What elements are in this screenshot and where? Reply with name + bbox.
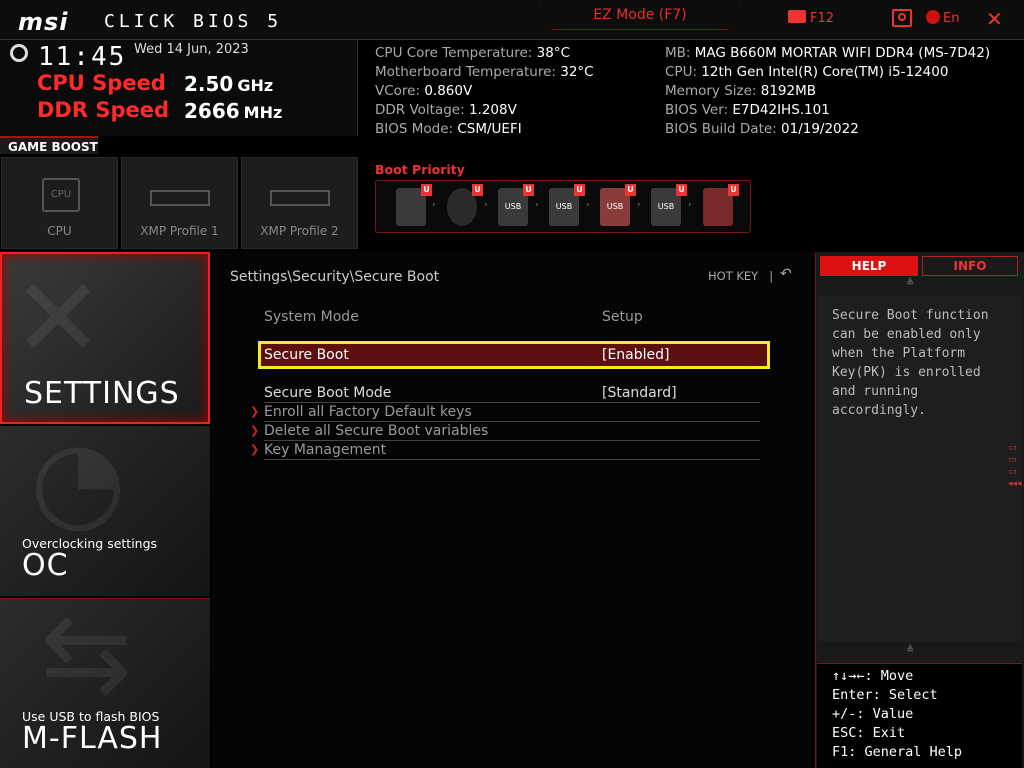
setting-label: Secure Boot Mode (264, 385, 392, 401)
secure-boot-row[interactable]: Secure Boot [Enabled] (264, 347, 760, 363)
back-icon[interactable]: ↶ (780, 266, 792, 282)
submenu-label: Key Management (264, 442, 387, 458)
language-label: En (943, 11, 960, 26)
submenu-key-management[interactable]: ❯ Key Management (250, 442, 760, 460)
game-boost-label: GAME BOOST (0, 136, 98, 154)
breadcrumb: Settings\Security\Secure Boot (230, 269, 440, 285)
nav-mflash[interactable]: ⇆ Use USB to flash BIOS M-FLASH (0, 589, 210, 768)
screenshot-key-label: F12 (810, 11, 835, 26)
key-select: Enter: Select (832, 687, 938, 703)
system-mode-row: System Mode Setup (264, 309, 760, 325)
nav-settings-title: SETTINGS (24, 376, 180, 411)
cpu-model: CPU: 12th Gen Intel(R) Core(TM) i5-12400 (665, 64, 949, 80)
search-button[interactable] (892, 9, 912, 27)
game-boost-cpu-tile[interactable]: CPU CPU (1, 157, 118, 249)
language-button[interactable]: En (926, 10, 959, 26)
memory-icon (270, 190, 330, 206)
scroll-down-icon[interactable]: ≜ (906, 645, 914, 656)
bios-version: BIOS Ver: E7D42IHS.101 (665, 102, 830, 118)
tools-icon: ✕ (12, 254, 105, 382)
chevron-right-icon: ❯ (250, 443, 260, 456)
key-value: +/-: Value (832, 706, 914, 722)
hdd-icon[interactable]: U (396, 184, 432, 226)
key-move: ↑↓→←: Move (832, 668, 914, 684)
usb-optical-icon[interactable]: USB U (549, 184, 585, 226)
clock-time: 11:45 (38, 42, 127, 72)
game-boost-xmp1-tile[interactable]: XMP Profile 1 (121, 157, 238, 249)
chevron-right-icon: › (432, 200, 436, 210)
ddr-voltage: DDR Voltage: 1.208V (375, 102, 517, 118)
nav-mflash-title: M-FLASH (22, 721, 163, 756)
msi-logo: msi (18, 8, 69, 36)
globe-icon (926, 10, 940, 24)
usb-hdd-icon[interactable]: USB U (498, 184, 534, 226)
nav-oc-title: OC (22, 548, 69, 583)
bios-build-date: BIOS Build Date: 01/19/2022 (665, 121, 859, 137)
setting-label: Secure Boot (264, 347, 349, 363)
chevron-right-icon: › (586, 200, 590, 210)
tile-label: XMP Profile 1 (140, 224, 219, 238)
submenu-label: Enroll all Factory Default keys (264, 404, 472, 420)
network-icon[interactable]: U (703, 184, 739, 226)
chevron-right-icon: ❯ (250, 424, 260, 437)
cpu-speed-label: CPU Speed (37, 71, 166, 95)
close-icon[interactable]: ✕ (986, 7, 1003, 31)
setting-value[interactable]: [Enabled] (602, 347, 670, 363)
system-info-left: CPU Core Temperature: 38°C Motherboard T… (375, 44, 594, 139)
usb-key-icon[interactable]: USB U (600, 184, 636, 226)
tab-help[interactable]: HELP (820, 256, 918, 276)
search-icon (898, 13, 906, 21)
main-panel (212, 252, 812, 768)
scroll-up-icon[interactable]: ≜ (906, 278, 914, 289)
tile-label: XMP Profile 2 (260, 224, 339, 238)
optical-disc-icon[interactable]: U (447, 184, 483, 226)
gauge-icon: ◔ (30, 416, 126, 544)
chevron-right-icon: › (688, 200, 692, 210)
key-legend: ↑↓→←: Move Enter: Select +/-: Value ESC:… (832, 667, 962, 762)
cpu-temp: CPU Core Temperature: 38°C (375, 45, 570, 61)
tile-label: CPU (47, 224, 72, 238)
panel-expand-icon[interactable]: ▭ ▭ ▭ ◂◂◂ (1008, 442, 1022, 490)
setting-label: System Mode (264, 309, 359, 325)
submenu-enroll-keys[interactable]: ❯ Enroll all Factory Default keys (250, 404, 760, 422)
mb-model: MB: MAG B660M MORTAR WIFI DDR4 (MS-7D42) (665, 45, 991, 61)
date: Wed 14 Jun, 2023 (134, 42, 249, 57)
usb-floppy-icon[interactable]: USB U (651, 184, 687, 226)
product-name: CLICK BIOS 5 (104, 11, 283, 32)
system-info-right: MB: MAG B660M MORTAR WIFI DDR4 (MS-7D42)… (665, 44, 990, 139)
tab-info[interactable]: INFO (922, 256, 1018, 276)
ddr-speed-value: 2666 MHz (184, 99, 283, 123)
ddr-speed-label: DDR Speed (37, 98, 170, 122)
memory-size: Memory Size: 8192MB (665, 83, 817, 99)
nav-settings[interactable]: ✕ SETTINGS (0, 252, 210, 424)
mb-temp: Motherboard Temperature: 32°C (375, 64, 594, 80)
clock-icon (10, 44, 28, 62)
cpu-speed-value: 2.50 GHz (184, 72, 274, 96)
screenshot-button[interactable]: F12 (788, 10, 834, 26)
bios-mode: BIOS Mode: CSM/UEFI (375, 121, 522, 137)
submenu-label: Delete all Secure Boot variables (264, 423, 489, 439)
usb-icon: ⇆ (40, 589, 133, 717)
chevron-right-icon: › (535, 200, 539, 210)
vcore: VCore: 0.860V (375, 83, 473, 99)
chevron-right-icon: › (637, 200, 641, 210)
key-help: F1: General Help (832, 744, 963, 760)
camera-icon (788, 10, 806, 23)
ez-mode-button[interactable]: EZ Mode (F7) (540, 4, 740, 30)
setting-value[interactable]: [Standard] (602, 385, 677, 401)
game-boost-xmp2-tile[interactable]: XMP Profile 2 (241, 157, 358, 249)
key-exit: ESC: Exit (832, 725, 906, 741)
chevron-right-icon: ❯ (250, 405, 260, 418)
help-text: Secure Boot function can be enabled only… (832, 308, 989, 418)
nav-oc[interactable]: ◔ Overclocking settings OC (0, 416, 210, 596)
memory-icon (150, 190, 210, 206)
hotkey-label[interactable]: HOT KEY | (708, 269, 773, 283)
cpu-icon: CPU (42, 178, 80, 212)
boot-priority-label: Boot Priority (375, 162, 465, 177)
chevron-right-icon: › (484, 200, 488, 210)
setting-value: Setup (602, 309, 643, 325)
submenu-delete-variables[interactable]: ❯ Delete all Secure Boot variables (250, 423, 760, 441)
secure-boot-mode-row[interactable]: Secure Boot Mode [Standard] (264, 385, 760, 403)
